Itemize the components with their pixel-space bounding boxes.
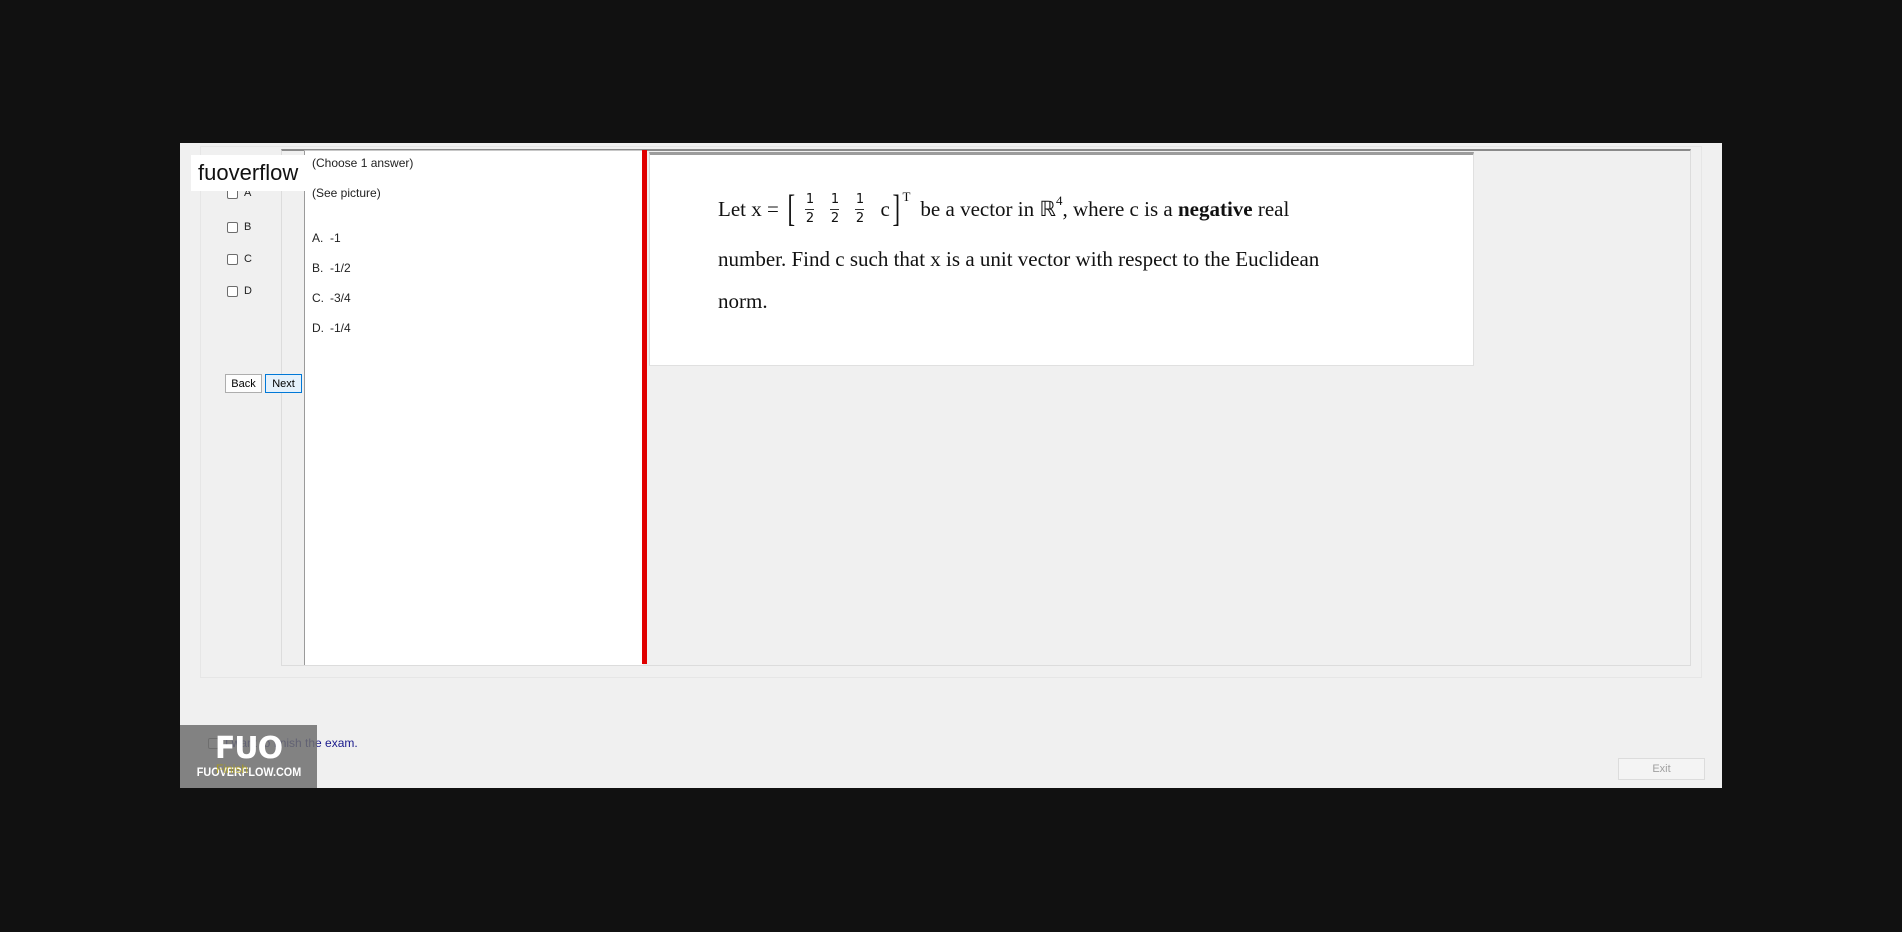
choice-d-letter: D.	[312, 321, 324, 335]
answer-checkbox-column: A B C D Back Next	[201, 147, 302, 677]
negative-word: negative	[1177, 197, 1253, 221]
logo-main-text: FUO	[214, 730, 283, 766]
choice-d: D. -1/4	[312, 321, 351, 335]
transpose-mark: T	[902, 189, 911, 204]
after-matrix-text: be a vector in ℝ	[920, 197, 1056, 221]
matrix-entry-1: 12	[805, 191, 815, 227]
frac-num: 1	[855, 191, 865, 207]
back-button[interactable]: Back	[225, 374, 262, 393]
watermark-logo: FUO FUOVERFLOW.COM Finish	[180, 725, 317, 788]
question-line-3: norm.	[718, 289, 768, 313]
dimension-sup: 4	[1056, 193, 1063, 208]
logo-domain-text: FUOVERFLOW.COM	[196, 764, 301, 779]
choice-c: C. -3/4	[312, 291, 351, 305]
matrix-entry-c: c	[880, 197, 890, 221]
frac-den: 2	[830, 210, 840, 226]
question-line-1: Let x = [ 12 12 12 c ] T be a vector in …	[718, 185, 1289, 233]
right-bracket: ]	[892, 188, 900, 230]
finish-button[interactable]: Finish	[216, 762, 248, 776]
matrix-entry-3: 12	[855, 191, 865, 227]
answer-d-checkbox[interactable]	[227, 285, 238, 297]
choice-b: B. -1/2	[312, 261, 351, 275]
choice-b-letter: B.	[312, 261, 324, 275]
let-text: Let x =	[718, 197, 779, 221]
question-image: Let x = [ 12 12 12 c ] T be a vector in …	[649, 152, 1474, 366]
panel-splitter[interactable]	[642, 150, 647, 664]
choice-c-value: -3/4	[330, 291, 351, 305]
frac-den: 2	[855, 210, 865, 226]
frac-den: 2	[805, 210, 815, 226]
choice-a-letter: A.	[312, 231, 324, 245]
frac-num: 1	[805, 191, 815, 207]
choice-d-value: -1/4	[330, 321, 351, 335]
answer-c-checkbox[interactable]	[227, 253, 238, 265]
frac-num: 1	[830, 191, 840, 207]
question-panel: (Choose 1 answer) (See picture) A. -1 B. -…	[304, 150, 643, 665]
left-bracket: [	[787, 188, 795, 230]
vector-matrix: [ 12 12 12 c ] T	[785, 185, 910, 233]
question-instruction: (Choose 1 answer)	[312, 156, 414, 170]
exit-button[interactable]: Exit	[1618, 758, 1705, 780]
answer-c-label: C	[244, 253, 252, 265]
choice-a: A. -1	[312, 231, 341, 245]
line1-rest-a: , where c is a	[1062, 197, 1178, 221]
watermark-brand: fuoverflow	[191, 155, 309, 191]
next-button[interactable]: Next	[265, 374, 302, 393]
exam-frame: A B C D Back Next (Choose 1 answer) (See…	[200, 146, 1702, 678]
line1-rest-b: real	[1252, 197, 1290, 221]
question-subtitle: (See picture)	[312, 186, 381, 200]
answer-option-d[interactable]: D	[227, 285, 252, 297]
answer-b-label: B	[244, 221, 252, 233]
answer-b-checkbox[interactable]	[227, 221, 238, 233]
matrix-entry-2: 12	[830, 191, 840, 227]
choice-b-value: -1/2	[330, 261, 351, 275]
question-line-2: number. Find c such that x is a unit vec…	[718, 247, 1320, 271]
answer-d-label: D	[244, 285, 252, 297]
exam-window: A B C D Back Next (Choose 1 answer) (See…	[180, 143, 1722, 788]
choice-c-letter: C.	[312, 291, 324, 305]
choice-a-value: -1	[330, 231, 341, 245]
answer-option-c[interactable]: C	[227, 253, 252, 265]
answer-option-b[interactable]: B	[227, 221, 251, 233]
